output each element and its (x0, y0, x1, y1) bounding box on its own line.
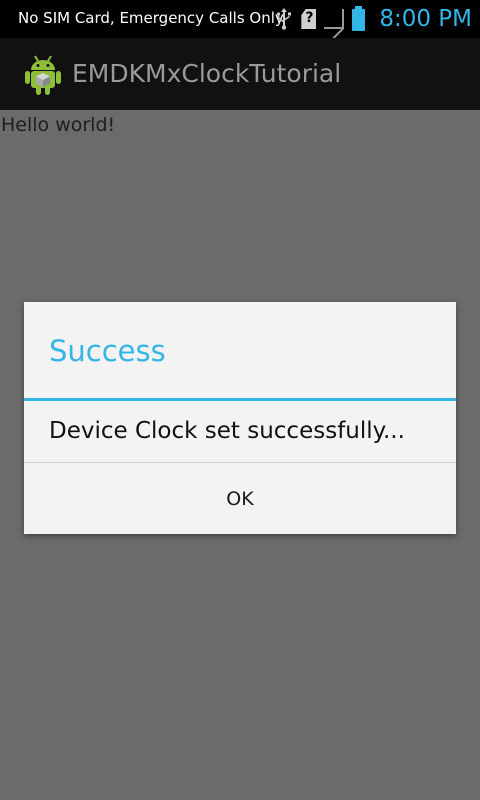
dialog-title-divider (24, 398, 456, 401)
carrier-status-text: No SIM Card, Emergency Calls Only (18, 9, 284, 27)
android-icon[interactable] (24, 54, 62, 96)
ok-button[interactable]: OK (24, 463, 456, 534)
status-bar: No SIM Card, Emergency Calls Only 8:00 P… (0, 0, 480, 38)
dialog-message: Device Clock set successfully... (49, 418, 405, 444)
dialog-title: Success (49, 334, 166, 368)
sim-missing-icon (301, 9, 317, 29)
status-clock: 8:00 PM (379, 6, 472, 32)
hello-text: Hello world! (1, 114, 116, 136)
app-title: EMDKMxClockTutorial (72, 59, 342, 88)
battery-icon (352, 6, 366, 31)
usb-icon (275, 8, 293, 30)
status-icons: 8:00 PM (275, 0, 472, 38)
action-bar: EMDKMxClockTutorial (0, 38, 480, 110)
signal-icon (324, 9, 345, 29)
success-dialog: Success Device Clock set successfully...… (24, 302, 456, 534)
